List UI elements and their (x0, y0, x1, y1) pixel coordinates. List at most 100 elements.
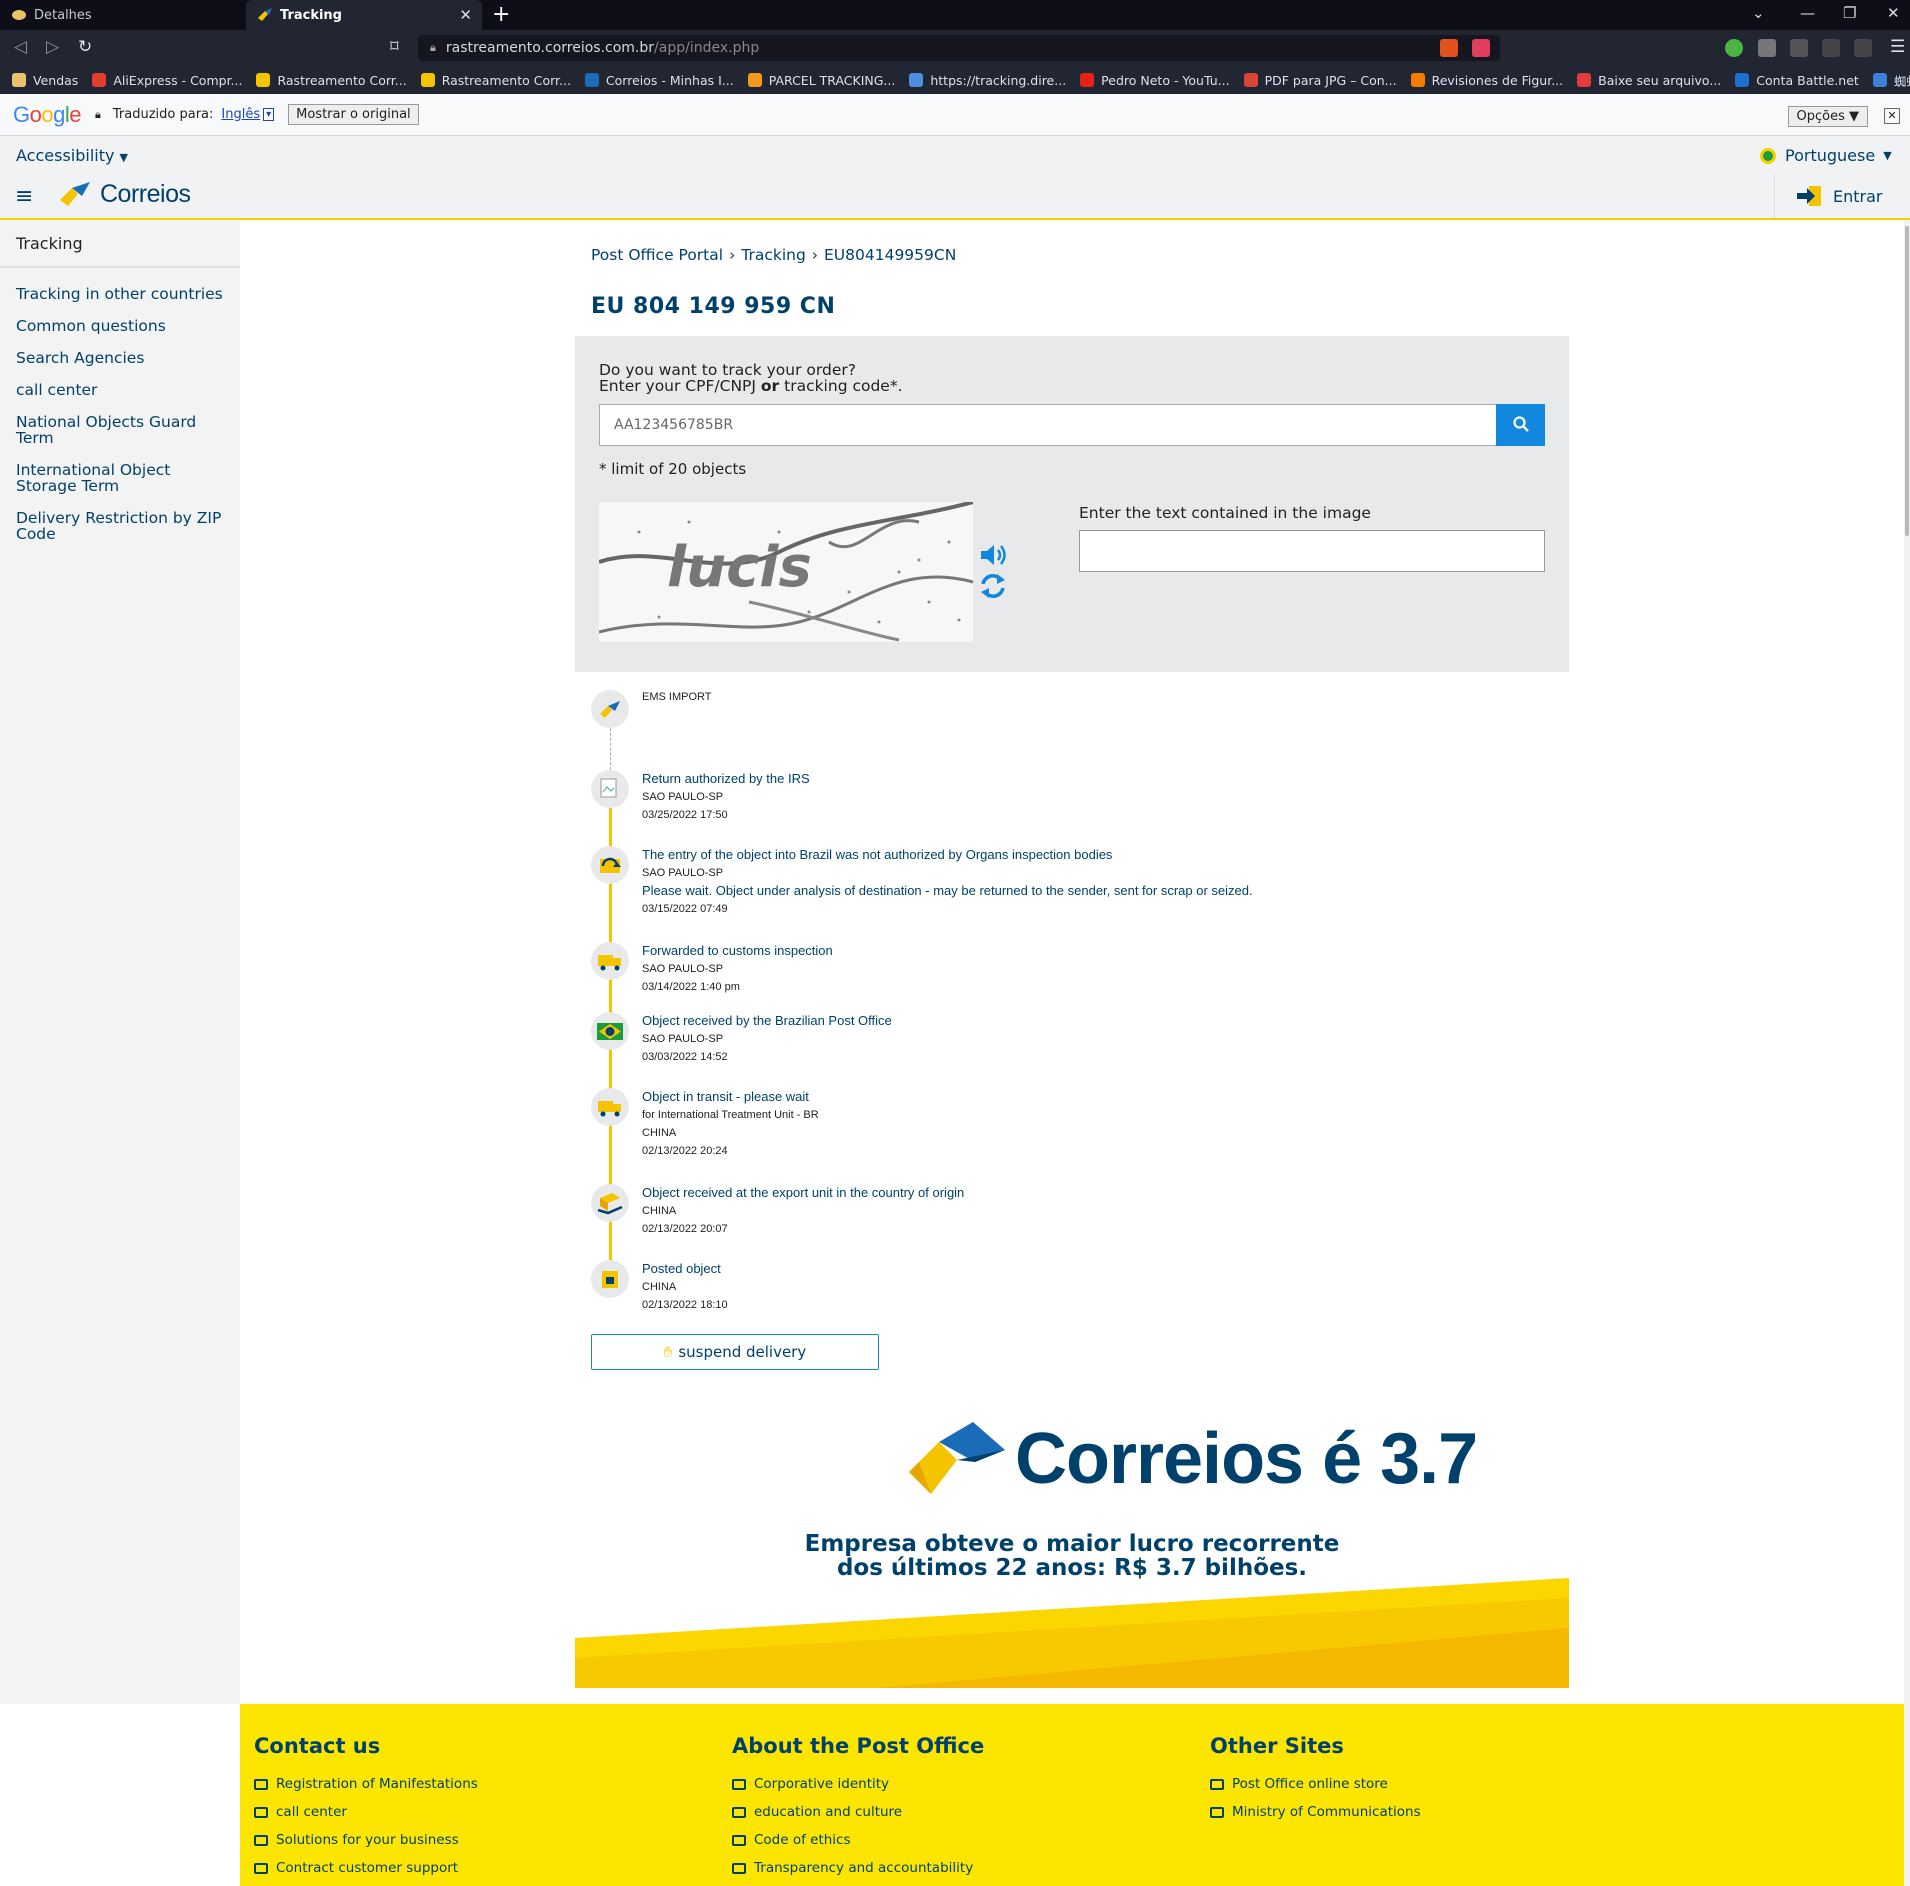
tab-detalhes[interactable]: Detalhes (0, 0, 242, 30)
puzzle-icon[interactable] (1822, 39, 1840, 57)
audio-captcha-icon[interactable] (979, 542, 1007, 572)
bookmark-item[interactable]: PDF para JPG – Con... (1243, 73, 1397, 88)
footer-link[interactable]: Contract customer support (254, 1860, 478, 1876)
address-bar-row: ◁ ▷ ↻ ⌑ 🔒︎ rastreamento.correios.com.br /… (0, 30, 1910, 66)
search-button[interactable] (1496, 404, 1545, 446)
bookmark-item[interactable]: https://tracking.dire... (909, 73, 1066, 88)
chevron-right-icon: › (729, 246, 736, 264)
bookmark-item[interactable]: Conta Battle.net (1735, 73, 1859, 88)
show-original-button[interactable]: Mostrar o original (288, 104, 419, 125)
event-details: Forwarded to customs inspection SAO PAULO… (642, 942, 1542, 996)
minimize-icon[interactable]: — (1800, 4, 1815, 22)
bookmark-icon[interactable]: ⌑ (390, 37, 399, 57)
sidebar-item-international-storage-term[interactable]: International Object Storage Term (16, 462, 231, 494)
event-detail-line: CHINA (642, 1205, 677, 1217)
footer-link[interactable]: Transparency and accountability (732, 1860, 984, 1876)
event-detail-line: 02/13/2022 20:24 (642, 1145, 728, 1157)
brave-rewards-icon[interactable] (1472, 39, 1490, 57)
bookmark-item[interactable]: 蜘蛛侠 SH Figuarts... (1872, 71, 1910, 90)
bookmark-item[interactable]: Vendas (12, 73, 78, 88)
footer-link[interactable]: Solutions for your business (254, 1832, 478, 1848)
footer-link[interactable]: Ministry of Communications (1210, 1804, 1421, 1820)
accessibility-menu[interactable]: Accessibility ▼ (16, 146, 128, 165)
extension-icon[interactable] (1725, 39, 1743, 57)
target-language-select[interactable]: Inglês (221, 107, 260, 122)
close-tab-icon[interactable]: ✕ (459, 6, 472, 24)
sidebar-item-search-agencies[interactable]: Search Agencies (16, 350, 231, 366)
url-input[interactable]: 🔒︎ rastreamento.correios.com.br/app/inde… (418, 35, 1500, 61)
sidebar-item-call-center[interactable]: call center (16, 382, 231, 398)
brave-shield-icon[interactable] (1440, 39, 1458, 57)
extension-icon[interactable] (1758, 39, 1776, 57)
bookmark-item[interactable]: AliExpress - Compr... (92, 73, 242, 88)
footer-link[interactable]: Corporative identity (732, 1776, 984, 1792)
refresh-captcha-icon[interactable] (979, 572, 1007, 604)
close-window-icon[interactable]: ✕ (1887, 4, 1900, 22)
sidebar-title: Tracking (16, 234, 83, 253)
footer-link[interactable]: Registration of Manifestations (254, 1776, 478, 1792)
scrollbar-thumb[interactable] (1905, 226, 1909, 536)
promo-banner[interactable]: Correios é 3.7 Empresa obteve o maior lu… (575, 1416, 1569, 1688)
event-detail-line: CHINA (642, 1281, 677, 1293)
hand-icon: ✋︎ (663, 1343, 673, 1361)
event-title: Object received by the Brazilian Post Of… (642, 1013, 892, 1028)
breadcrumb-portal[interactable]: Post Office Portal (591, 246, 723, 264)
restore-icon[interactable]: ❐ (1843, 4, 1856, 22)
dropdown-arrow-icon[interactable]: ▾ (263, 108, 275, 121)
box-hand-icon (591, 1184, 629, 1222)
breadcrumb-code[interactable]: EU804149959CN (824, 246, 956, 264)
bookmark-favicon-icon (909, 73, 924, 87)
google-translate-bar: Google 🔒︎ Traduzido para: Inglês ▾ Mostr… (0, 94, 1910, 136)
bookmark-label: Revisiones de Figur... (1431, 72, 1564, 88)
pdf-extension-icon[interactable] (1790, 39, 1808, 57)
sidebar-item-tracking-other-countries[interactable]: Tracking in other countries (16, 286, 231, 302)
suspend-delivery-button[interactable]: ✋︎ suspend delivery (591, 1334, 879, 1370)
bookmark-item[interactable]: Pedro Neto - YouTu... (1080, 73, 1230, 88)
translate-options-button[interactable]: Opções ▼ (1787, 106, 1868, 127)
reload-icon[interactable]: ↻ (78, 37, 92, 57)
footer-link[interactable]: Code of ethics (732, 1832, 984, 1848)
bookmark-item[interactable]: Revisiones de Figur... (1410, 72, 1564, 88)
bookmark-item[interactable]: Rastreamento Corr... (420, 73, 571, 88)
bookmark-favicon-icon (747, 73, 762, 87)
login-icon (1797, 186, 1821, 206)
footer-link[interactable]: education and culture (732, 1804, 984, 1820)
wallet-icon[interactable] (1854, 39, 1872, 57)
breadcrumb-tracking[interactable]: Tracking (741, 246, 806, 264)
bookmark-item[interactable]: Correios - Minhas I... (584, 73, 734, 88)
search-icon (1512, 415, 1529, 432)
tab-tracking[interactable]: Tracking ✕ (246, 0, 482, 30)
close-translate-icon[interactable]: ✕ (1884, 108, 1900, 124)
tracking-code-input[interactable] (599, 404, 1503, 446)
event-details: The entry of the object into Brazil was … (642, 846, 1542, 918)
bookmark-item[interactable]: PARCEL TRACKING... (747, 73, 895, 88)
bookmark-favicon-icon (1410, 73, 1425, 87)
menu-icon[interactable]: ☰ (1890, 37, 1905, 57)
caret-down-icon: ▼ (119, 151, 129, 164)
bookmark-item[interactable]: Baixe seu arquivo... (1577, 73, 1721, 88)
sidebar-divider (0, 266, 240, 268)
sidebar-item-national-guard-term[interactable]: National Objects Guard Term (16, 414, 231, 446)
captcha-input[interactable] (1079, 530, 1545, 572)
language-select[interactable]: Portuguese ▼ (1760, 146, 1892, 165)
footer-link-label: Corporative identity (754, 1776, 890, 1792)
footer-link-label: Post Office online store (1232, 1776, 1388, 1792)
login-button[interactable]: Entrar (1774, 174, 1882, 218)
sidebar-item-common-questions[interactable]: Common questions (16, 318, 231, 334)
correios-logo[interactable]: Correios (60, 180, 191, 209)
menu-toggle-icon[interactable]: ≡ (15, 184, 33, 209)
support-icon (254, 1862, 268, 1874)
brazil-flag-icon (1760, 147, 1776, 164)
bookmark-favicon-icon (1577, 73, 1592, 87)
forward-icon[interactable]: ▷ (46, 37, 59, 57)
footer-link[interactable]: Post Office online store (1210, 1776, 1421, 1792)
bookmark-item[interactable]: Rastreamento Corr... (256, 73, 407, 88)
footer-link-label: Ministry of Communications (1232, 1804, 1421, 1820)
new-tab-icon[interactable]: + (492, 2, 510, 27)
event-details: Return authorized by the IRS SAO PAULO-SP… (642, 770, 1542, 824)
sidebar-item-delivery-restriction[interactable]: Delivery Restriction by ZIP Code (16, 510, 231, 542)
bookmark-favicon-icon (92, 73, 107, 87)
back-icon[interactable]: ◁ (14, 37, 27, 57)
tab-search-icon[interactable]: ⌄ (1752, 4, 1765, 22)
footer-link[interactable]: call center (254, 1804, 478, 1820)
